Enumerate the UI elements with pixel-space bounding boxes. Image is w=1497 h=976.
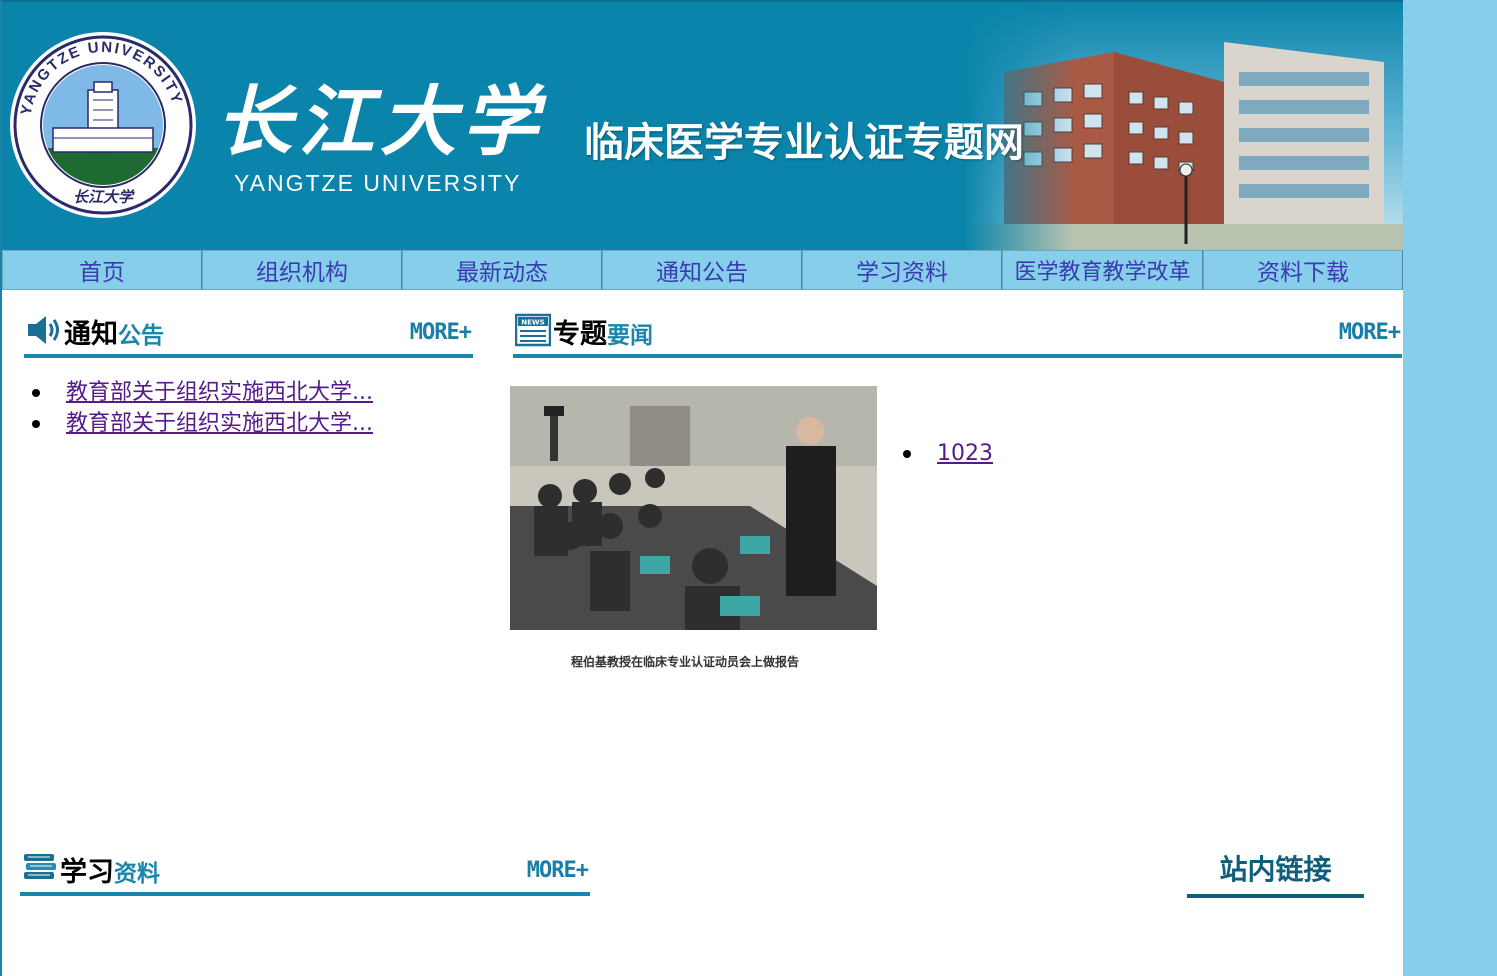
notices-title-sub: 公告	[118, 323, 164, 349]
nav-item-organization[interactable]: 组织机构	[202, 250, 402, 290]
study-title-main: 学习	[60, 857, 114, 888]
study-title: 学习资料	[60, 850, 160, 889]
main-nav: 首页 组织机构 最新动态 通知公告 学习资料 医学教育教学改革 资料下载	[2, 250, 1403, 290]
nav-item-study-materials[interactable]: 学习资料	[802, 250, 1002, 290]
news-photo-caption: 程伯基教授在临床专业认证动员会上做报告	[570, 655, 799, 669]
news-title-sub: 要闻	[607, 323, 653, 349]
notice-link[interactable]: 教育部关于组织实施西北大学...	[66, 380, 373, 405]
notices-title: 通知公告	[64, 312, 164, 351]
news-title: 专题要闻	[553, 312, 653, 351]
newspaper-icon: NEWS	[515, 313, 551, 347]
nav-item-notices[interactable]: 通知公告	[602, 250, 802, 290]
site-title: 临床医学专业认证专题网	[584, 120, 1024, 166]
header-banner: YANGTZE UNIVERSITY 长江大学 长江大学 YANGTZE UNI…	[2, 0, 1403, 250]
campus-building-image	[964, 2, 1403, 250]
news-header: NEWS 专题要闻 MORE+	[513, 308, 1402, 358]
news-link[interactable]: 1023	[937, 441, 993, 466]
nav-item-latest-news[interactable]: 最新动态	[402, 250, 602, 290]
nav-item-education-reform[interactable]: 医学教育教学改革	[1002, 250, 1203, 290]
study-title-sub: 资料	[114, 861, 160, 887]
list-item: 教育部关于组织实施西北大学...	[24, 377, 464, 408]
notices-header: 通知公告 MORE+	[24, 308, 473, 358]
site-links-title: 站内链接	[1219, 853, 1332, 886]
news-photo[interactable]	[510, 386, 877, 630]
university-name-en: YANGTZE UNIVERSITY	[234, 170, 522, 196]
study-more-link[interactable]: MORE+	[527, 858, 589, 883]
list-item: 1023	[895, 438, 1295, 469]
emblem-bottom-text: 长江大学	[73, 188, 135, 206]
news-title-main: 专题	[553, 319, 607, 350]
page: YANGTZE UNIVERSITY 长江大学 长江大学 YANGTZE UNI…	[0, 0, 1403, 976]
nav-item-downloads[interactable]: 资料下载	[1203, 250, 1403, 290]
university-emblem-icon: YANGTZE UNIVERSITY 长江大学	[10, 32, 196, 218]
speaker-icon	[28, 316, 59, 344]
notices-list: 教育部关于组织实施西北大学... 教育部关于组织实施西北大学...	[24, 377, 464, 439]
study-header: 学习资料 MORE+	[20, 846, 590, 896]
news-list: 1023	[895, 438, 1295, 469]
university-name-cn: 长江大学	[216, 77, 544, 166]
site-links-header: 站内链接	[1187, 848, 1364, 898]
notices-more-link[interactable]: MORE+	[410, 320, 472, 345]
nav-item-home[interactable]: 首页	[2, 250, 202, 290]
news-icon-text: NEWS	[521, 319, 544, 327]
list-item: 教育部关于组织实施西北大学...	[24, 408, 464, 439]
notice-link[interactable]: 教育部关于组织实施西北大学...	[66, 411, 373, 436]
books-icon	[24, 854, 56, 879]
notices-title-main: 通知	[64, 319, 118, 350]
news-more-link[interactable]: MORE+	[1339, 320, 1401, 345]
